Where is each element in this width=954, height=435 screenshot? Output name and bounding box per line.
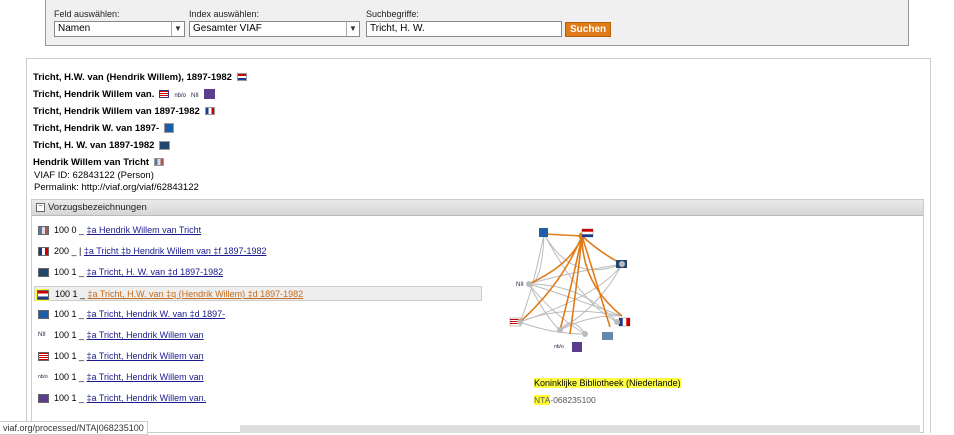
heading-4: Tricht, Hendrik W. van 1897-	[33, 123, 175, 134]
collapse-icon: −	[36, 202, 45, 212]
table-row: 100 1 _ ‡a Tricht, H. W. van ‡d 1897-198…	[34, 265, 482, 280]
isni-icon	[539, 228, 548, 237]
index-select[interactable]: Gesamter VIAF ▼	[189, 21, 360, 37]
field-select-group: Feld auswählen: Namen ▼	[54, 9, 185, 37]
index-select-label: Index auswählen:	[189, 9, 260, 19]
preferred-names-section: − Vorzugsbezeichnungen 100 0 _ ‡a Hendrik…	[31, 199, 924, 433]
graph-node	[557, 327, 563, 333]
table-row: 100 1 _ ‡a Tricht, Hendrik Willem van.	[34, 391, 482, 406]
section-header[interactable]: − Vorzugsbezeichnungen	[32, 200, 923, 216]
search-input-value: Tricht, H. W.	[370, 23, 425, 34]
marc-code: 100 1 _	[54, 372, 85, 382]
table-row-selected: 100 1 _ ‡a Tricht, H.W. van ‡q (Hendrik …	[34, 286, 482, 301]
source-name[interactable]: Koninklijke Bibliotheek (Niederlande)	[534, 378, 681, 388]
chevron-down-icon: ▼	[171, 22, 184, 36]
field-select-value: Namen	[58, 23, 91, 34]
heading-text: Tricht, Hendrik Willem van 1897-1982	[33, 106, 200, 117]
nukat-icon	[572, 342, 582, 352]
heading-link[interactable]: ‡a Hendrik Willem van Tricht	[87, 225, 202, 235]
table-row: 200 _ | ‡a Tricht ‡b Hendrik Willem van …	[34, 244, 482, 259]
marc-code: 100 1 _	[54, 351, 85, 361]
marc-code: 100 1 _	[54, 309, 85, 319]
netherlands-flag-icon	[36, 288, 50, 301]
isni-icon	[164, 123, 175, 134]
heading-text: Tricht, H. W. van 1897-1982	[33, 140, 155, 151]
heading-link[interactable]: ‡a Tricht, Hendrik Willem van	[87, 351, 204, 361]
table-row: 100 1 _ ‡a Tricht, Hendrik Willem van	[34, 349, 482, 364]
table-row: 100 1 _ ‡a Tricht, Hendrik W. van ‡d 189…	[34, 307, 482, 322]
chevron-down-icon: ▼	[346, 22, 359, 36]
search-button[interactable]: Suchen	[565, 22, 612, 37]
cluster-graph: NII nb/o	[509, 228, 631, 352]
marc-code: 100 1 _	[54, 393, 85, 403]
index-select-value: Gesamter VIAF	[193, 23, 262, 34]
source-id: NTA-068235100	[534, 395, 596, 405]
index-select-group: Index auswählen: Gesamter VIAF ▼	[189, 9, 360, 37]
section-title: Vorzugsbezeichnungen	[48, 202, 147, 213]
wikidata-icon	[38, 226, 49, 236]
nfgo-icon: nb/o	[38, 374, 48, 381]
france-flag-icon	[204, 107, 215, 116]
viaf-id: VIAF ID: 62843122 (Person)	[34, 170, 154, 181]
usa-flag-icon	[159, 90, 170, 99]
graph-node	[526, 281, 532, 287]
wikidata-icon	[154, 158, 165, 167]
france-flag-icon	[38, 247, 49, 257]
graph-node	[614, 319, 620, 325]
heading-5: Tricht, H. W. van 1897-1982	[33, 140, 171, 151]
graph-node	[517, 319, 523, 325]
heading-link[interactable]: ‡a Tricht, Hendrik Willem van	[87, 330, 204, 340]
marc-code: 100 1 _	[54, 330, 85, 340]
source-number: -068235100	[550, 395, 596, 405]
netherlands-flag-icon	[236, 73, 247, 82]
marc-code: 100 1 _	[55, 289, 86, 299]
graph-node	[582, 331, 588, 337]
record-panel: Tricht, H.W. van (Hendrik Willem), 1897-…	[26, 58, 931, 433]
nii-icon: NII	[516, 282, 524, 288]
heading-2: Tricht, Hendrik Willem van. nb/o NII	[33, 89, 215, 100]
marc-code: 200 _ |	[54, 246, 82, 256]
source-prefix: NTA	[534, 395, 551, 405]
heading-link[interactable]: ‡a Tricht, H. W. van ‡d 1897-1982	[87, 267, 224, 277]
heading-text: Tricht, Hendrik W. van 1897-	[33, 123, 160, 134]
terms-group: Suchbegriffe: Tricht, H. W.	[366, 9, 562, 37]
heading-3: Tricht, Hendrik Willem van 1897-1982	[33, 106, 215, 117]
heading-text: Tricht, H.W. van (Hendrik Willem), 1897-…	[33, 72, 232, 83]
heading-text: Tricht, Hendrik Willem van.	[33, 89, 155, 100]
graph-node	[619, 261, 625, 267]
field-select[interactable]: Namen ▼	[54, 21, 185, 37]
isni-icon	[38, 310, 49, 320]
heading-link[interactable]: ‡a Tricht, H.W. van ‡q (Hendrik Willem) …	[88, 289, 304, 299]
permalink: Permalink: http://viaf.org/viaf/62843122	[34, 182, 199, 193]
table-row: NII 100 1 _ ‡a Tricht, Hendrik Willem van	[34, 328, 482, 343]
nfgo-icon: nb/o	[174, 93, 187, 99]
search-input[interactable]: Tricht, H. W.	[366, 21, 562, 37]
table-row: 100 0 _ ‡a Hendrik Willem van Tricht	[34, 223, 482, 238]
terms-label: Suchbegriffe:	[366, 9, 419, 19]
table-row: nb/o 100 1 _ ‡a Tricht, Hendrik Willem va…	[34, 370, 482, 385]
usa-flag-icon	[38, 352, 49, 362]
heading-link[interactable]: ‡a Tricht, Hendrik Willem van	[87, 372, 204, 382]
wikidata-icon	[602, 332, 613, 340]
marc-code: 100 1 _	[54, 267, 85, 277]
dnb-icon	[159, 140, 171, 150]
heading-link[interactable]: ‡a Tricht, Hendrik W. van ‡d 1897-	[87, 309, 226, 319]
horizontal-scrollbar[interactable]	[240, 425, 920, 433]
heading-link[interactable]: ‡a Tricht ‡b Hendrik Willem van ‡f 1897-…	[84, 246, 267, 256]
marc-code: 100 0 _	[54, 225, 85, 235]
search-panel: Feld auswählen: Namen ▼ Index auswählen:…	[45, 0, 909, 46]
nukat-icon	[203, 89, 215, 100]
heading-6: Hendrik Willem van Tricht	[33, 157, 165, 168]
nfgo-icon: nb/o	[554, 344, 564, 350]
nii-icon: NII	[38, 332, 46, 339]
nii-icon: NII	[191, 93, 199, 99]
field-select-label: Feld auswählen:	[54, 9, 120, 19]
heading-text: Hendrik Willem van Tricht	[33, 157, 150, 168]
dnb-icon	[38, 268, 49, 278]
heading-link[interactable]: ‡a Tricht, Hendrik Willem van.	[87, 393, 207, 403]
nukat-icon	[38, 394, 49, 404]
heading-1: Tricht, H.W. van (Hendrik Willem), 1897-…	[33, 72, 247, 83]
